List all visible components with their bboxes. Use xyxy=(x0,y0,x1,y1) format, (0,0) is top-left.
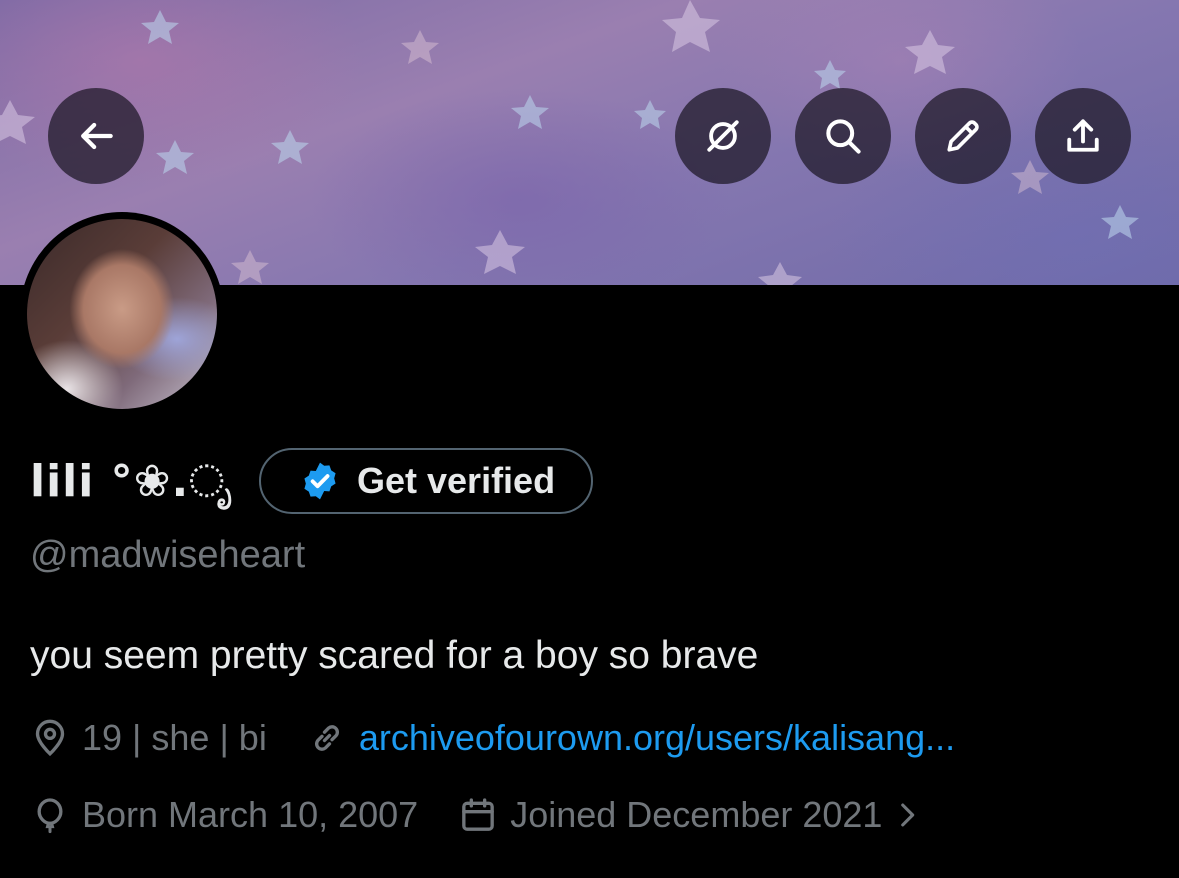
arrow-left-icon xyxy=(81,122,113,150)
search-icon xyxy=(826,119,861,154)
avatar-image xyxy=(27,219,217,409)
birthday-text: Born March 10, 2007 xyxy=(82,794,419,835)
location-pin-icon xyxy=(35,719,65,757)
get-verified-label: Get verified xyxy=(357,460,556,501)
meta-row-2: Born March 10, 2007 Joined December 2021 xyxy=(30,794,924,836)
meta-row-1: 19 | she | bi archiveofourown.org/users/… xyxy=(30,717,955,759)
joined-item[interactable]: Joined December 2021 xyxy=(458,794,924,836)
verified-badge-icon xyxy=(304,462,336,500)
edit-button[interactable] xyxy=(915,88,1011,184)
back-button[interactable] xyxy=(48,88,144,184)
grok-icon xyxy=(707,120,739,152)
handle: @madwiseheart xyxy=(30,534,306,576)
get-verified-button[interactable]: Get verified xyxy=(259,448,594,514)
display-name: lili °❀.ೃ xyxy=(30,455,233,507)
share-icon xyxy=(1067,119,1099,152)
name-row: lili °❀.ೃ Get verified xyxy=(30,448,594,514)
share-button[interactable] xyxy=(1035,88,1131,184)
search-button[interactable] xyxy=(795,88,891,184)
joined-text: Joined December 2021 xyxy=(510,794,883,835)
calendar-icon xyxy=(462,798,495,831)
grok-button[interactable] xyxy=(675,88,771,184)
location-text: 19 | she | bi xyxy=(82,717,267,758)
balloon-icon xyxy=(37,798,63,834)
location-item: 19 | she | bi xyxy=(30,717,267,759)
website-item[interactable]: archiveofourown.org/users/kalisang... xyxy=(307,717,955,759)
edit-pencil-icon xyxy=(947,120,979,152)
chevron-right-icon xyxy=(901,803,915,827)
website-link[interactable]: archiveofourown.org/users/kalisang... xyxy=(359,717,955,759)
bio: you seem pretty scared for a boy so brav… xyxy=(30,634,759,677)
birthday-item: Born March 10, 2007 xyxy=(30,794,418,836)
avatar[interactable] xyxy=(20,212,224,416)
link-icon xyxy=(314,725,339,751)
